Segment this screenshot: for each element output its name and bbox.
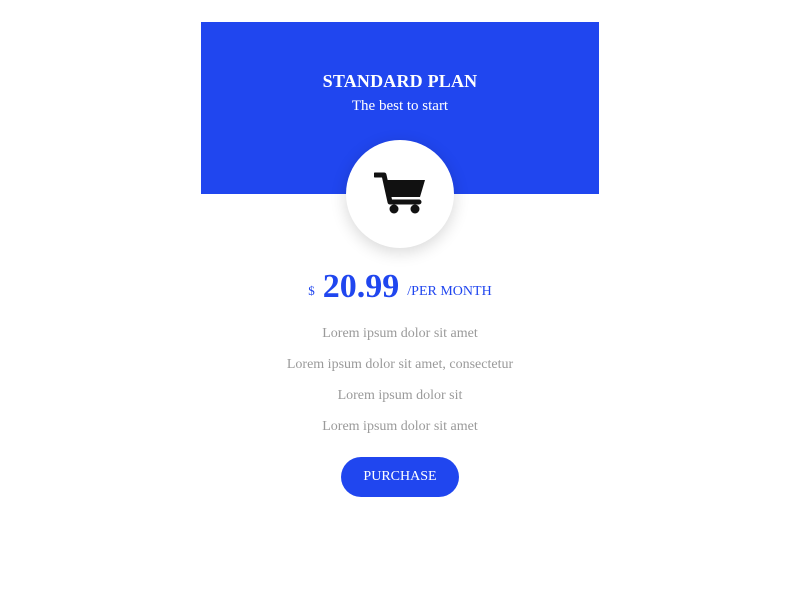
price-period: /PER MONTH [407, 284, 492, 299]
pricing-card: STANDARD PLAN The best to start $20.99/P… [201, 22, 599, 582]
purchase-button[interactable]: PURCHASE [341, 457, 459, 497]
price-row: $20.99/PER MONTH [201, 266, 599, 308]
feature-item: Lorem ipsum dolor sit amet [322, 326, 478, 341]
price-amount: 20.99 [322, 268, 400, 305]
feature-item: Lorem ipsum dolor sit [337, 388, 463, 403]
feature-item: Lorem ipsum dolor sit amet [322, 419, 478, 434]
price-currency: $ [308, 283, 315, 298]
feature-list: Lorem ipsum dolor sit amet Lorem ipsum d… [201, 325, 599, 449]
plan-title: STANDARD PLAN [322, 71, 478, 91]
icon-badge [346, 140, 454, 248]
feature-item: Lorem ipsum dolor sit amet, consectetur [286, 357, 514, 372]
shopping-cart-icon [374, 172, 425, 214]
plan-subtitle: The best to start [351, 98, 449, 114]
